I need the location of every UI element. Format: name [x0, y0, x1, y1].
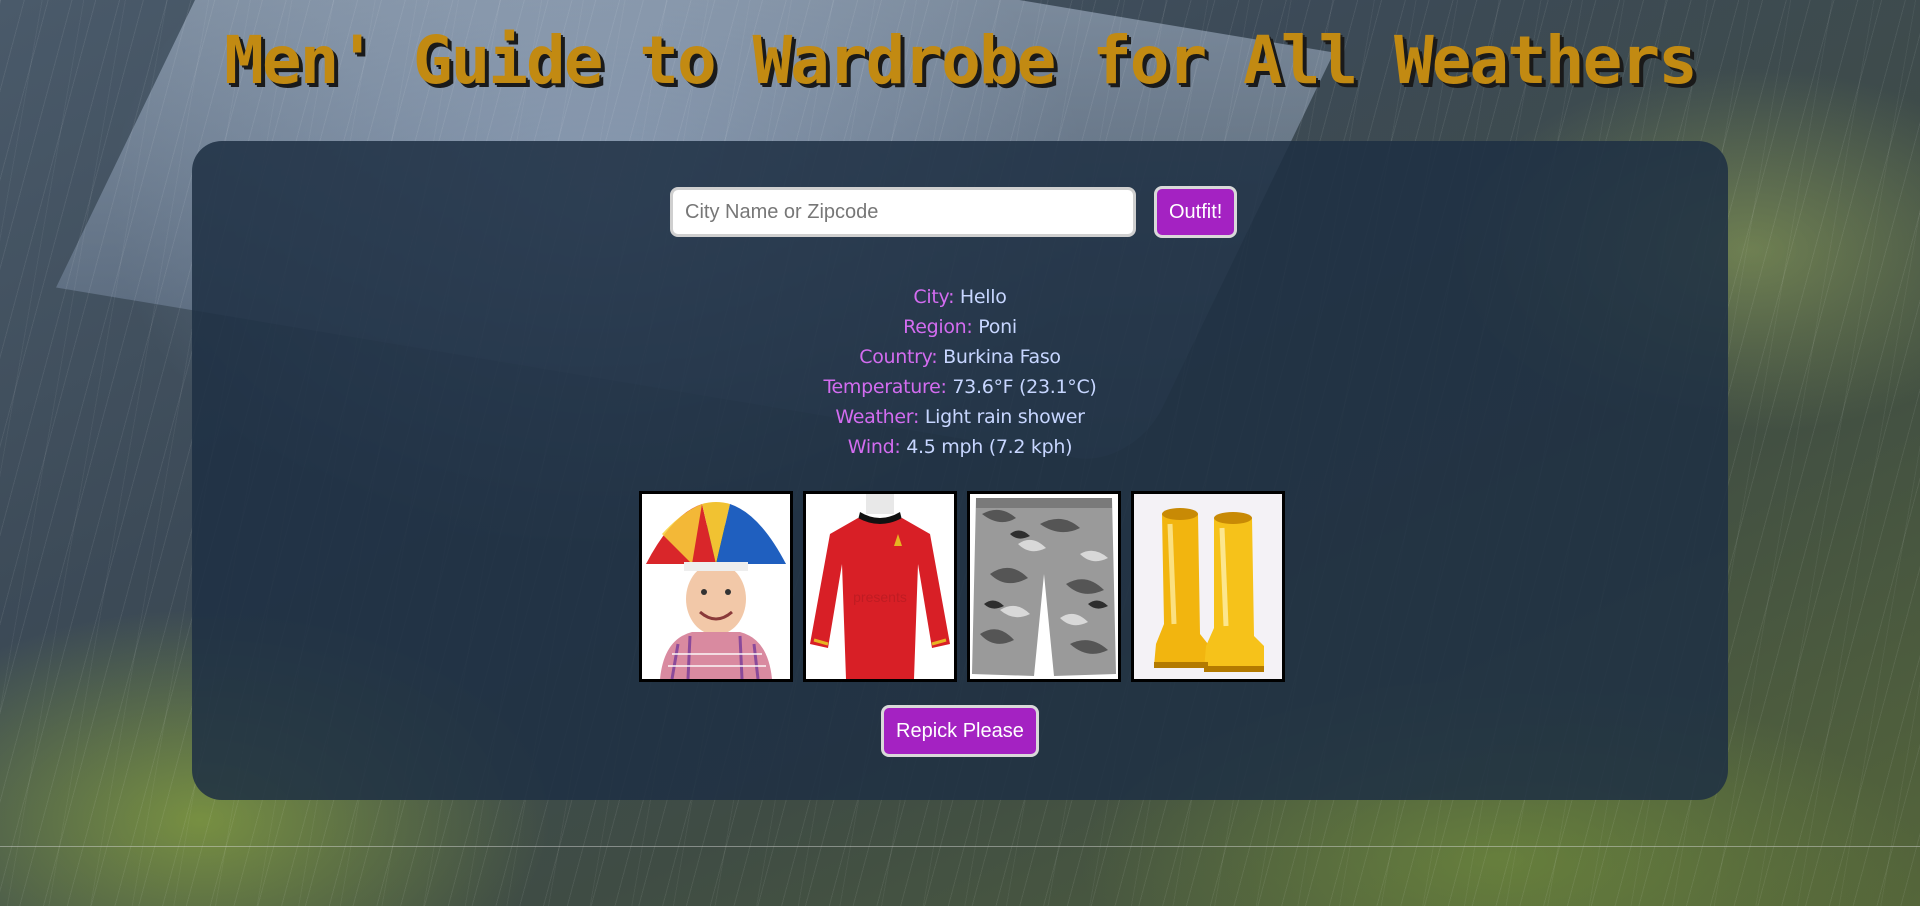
- search-row: Outfit!: [670, 186, 1238, 238]
- temperature-value: 73.6°F (23.1°C): [952, 376, 1097, 398]
- region-label: Region:: [903, 316, 973, 338]
- page-title: Men' Guide to Wardrobe for All Weathers: [224, 22, 1698, 99]
- city-row: City: Hello: [192, 282, 1728, 312]
- weather-label: Weather:: [835, 406, 920, 428]
- wind-label: Wind:: [847, 436, 901, 458]
- repick-button[interactable]: Repick Please: [881, 705, 1039, 757]
- red-shirt-image: presents: [803, 491, 957, 682]
- weather-info: City: Hello Region: Poni Country: Burkin…: [192, 282, 1728, 462]
- footer-divider: [0, 846, 1920, 847]
- weather-row: Weather: Light rain shower: [192, 402, 1728, 432]
- red-shirt-illustration: presents: [806, 494, 954, 679]
- city-value: Hello: [959, 286, 1007, 308]
- camo-shorts-image: [967, 491, 1121, 682]
- outfit-button[interactable]: Outfit!: [1154, 186, 1238, 238]
- yellow-boots-illustration: [1134, 494, 1282, 679]
- wind-value: 4.5 mph (7.2 kph): [906, 436, 1073, 458]
- outfit-images: presents: [639, 491, 1285, 682]
- umbrella-hat-illustration: [642, 494, 790, 679]
- country-label: Country:: [859, 346, 938, 368]
- shirt-watermark: presents: [853, 589, 907, 605]
- main-panel: Outfit! City: Hello Region: Poni Country…: [192, 141, 1728, 800]
- yellow-rain-boots-image: [1131, 491, 1285, 682]
- umbrella-hat-image: [639, 491, 793, 682]
- city-label: City:: [913, 286, 955, 308]
- weather-value: Light rain shower: [924, 406, 1085, 428]
- temperature-label: Temperature:: [823, 376, 947, 398]
- city-search-input[interactable]: [670, 187, 1136, 237]
- region-value: Poni: [978, 316, 1017, 338]
- wind-row: Wind: 4.5 mph (7.2 kph): [192, 432, 1728, 462]
- country-row: Country: Burkina Faso: [192, 342, 1728, 372]
- camo-shorts-illustration: [970, 494, 1118, 679]
- temperature-row: Temperature: 73.6°F (23.1°C): [192, 372, 1728, 402]
- region-row: Region: Poni: [192, 312, 1728, 342]
- country-value: Burkina Faso: [943, 346, 1061, 368]
